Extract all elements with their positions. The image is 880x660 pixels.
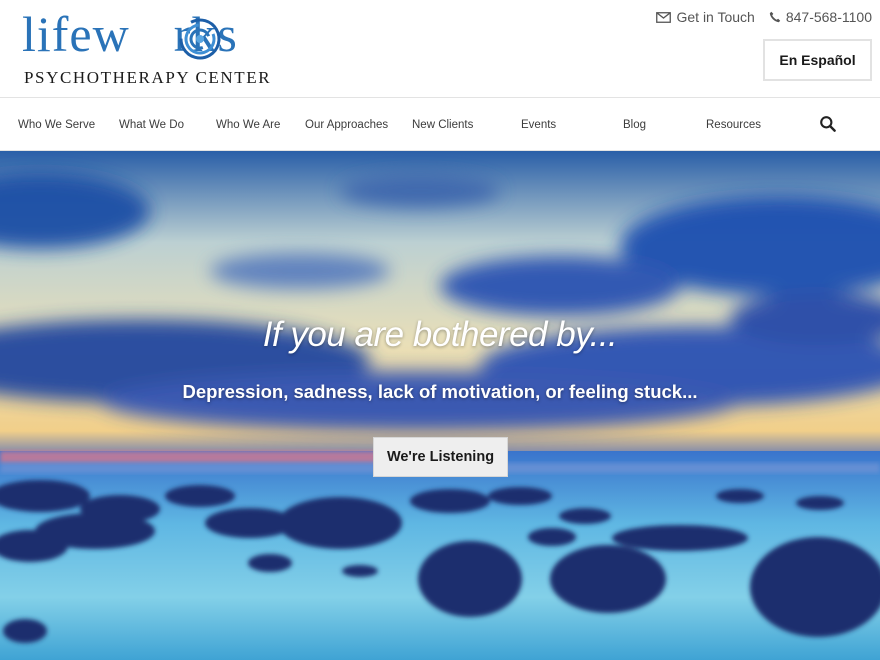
logo-word-start: lifew [22, 6, 130, 62]
get-in-touch-link[interactable]: Get in Touch [656, 9, 755, 25]
site-header: lifew rks PSYCHOTHERAPY CENTER Get in Tou… [0, 0, 880, 98]
search-icon[interactable] [819, 115, 837, 133]
logo[interactable]: lifew rks PSYCHOTHERAPY CENTER [22, 6, 272, 88]
nav-item-our-approaches[interactable]: Our Approaches [305, 99, 388, 151]
nav-item-new-clients[interactable]: New Clients [412, 99, 473, 151]
phone-number: 847-568-1100 [785, 9, 872, 25]
hero-banner: If you are bothered by... Depression, sa… [0, 151, 880, 660]
phone-icon [769, 11, 781, 23]
contact-bar: Get in Touch 847-568-1100 [656, 9, 872, 25]
envelope-icon [656, 11, 672, 23]
logo-tagline: PSYCHOTHERAPY CENTER [24, 68, 272, 87]
swirl-logo-icon [179, 18, 221, 60]
phone-link[interactable]: 847-568-1100 [769, 9, 872, 25]
nav-item-events[interactable]: Events [521, 99, 556, 151]
were-listening-button[interactable]: We're Listening [373, 437, 508, 477]
get-in-touch-label: Get in Touch [676, 9, 755, 25]
nav-item-blog[interactable]: Blog [623, 99, 646, 151]
nav-item-resources[interactable]: Resources [706, 99, 761, 151]
spanish-language-button[interactable]: En Español [763, 39, 872, 81]
nav-item-who-we-serve[interactable]: Who We Serve [18, 99, 95, 151]
nav-item-what-we-do[interactable]: What We Do [119, 99, 184, 151]
hero-seascape-image [0, 151, 880, 660]
main-nav: Who We Serve What We Do Who We Are Our A… [0, 99, 880, 151]
nav-item-who-we-are[interactable]: Who We Are [216, 99, 280, 151]
hero-headline: If you are bothered by... [262, 315, 618, 354]
hero-subline: Depression, sadness, lack of motivation,… [182, 381, 698, 402]
